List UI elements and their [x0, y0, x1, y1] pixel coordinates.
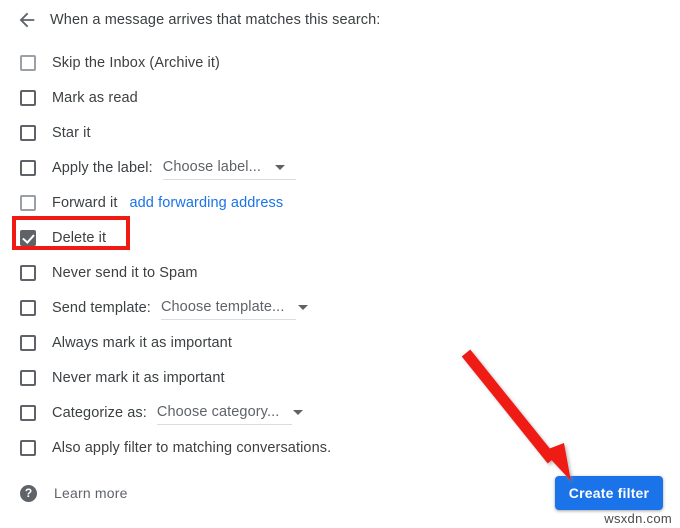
label-select[interactable]: Choose label...: [162, 156, 296, 180]
checkbox-apply-label[interactable]: [20, 160, 36, 176]
option-row-never-important[interactable]: Never mark it as important: [0, 361, 680, 395]
checkbox-mark-as-read[interactable]: [20, 90, 36, 106]
option-label-apply-label: Apply the label:: [52, 160, 153, 176]
option-label-delete-it: Delete it: [52, 230, 107, 246]
arrow-left-icon[interactable]: [10, 3, 44, 37]
checkbox-never-important[interactable]: [20, 370, 36, 386]
option-label-mark-as-read: Mark as read: [52, 90, 138, 106]
checkbox-skip-inbox[interactable]: [20, 55, 36, 71]
option-label-always-important: Always mark it as important: [52, 335, 232, 351]
checkbox-never-spam[interactable]: [20, 265, 36, 281]
option-row-never-spam[interactable]: Never send it to Spam: [0, 256, 680, 290]
learn-more-row[interactable]: ? Learn more: [0, 478, 128, 508]
option-row-mark-as-read[interactable]: Mark as read: [0, 81, 680, 115]
chevron-down-icon: [274, 164, 285, 170]
label-select-value: Choose label...: [162, 159, 261, 175]
option-label-send-template: Send template:: [52, 300, 151, 316]
add-forwarding-address-link[interactable]: add forwarding address: [129, 195, 283, 211]
option-row-forward-it[interactable]: Forward it add forwarding address: [0, 186, 680, 220]
option-label-apply-to-existing: Also apply filter to matching conversati…: [52, 440, 332, 456]
option-row-apply-to-existing[interactable]: Also apply filter to matching conversati…: [0, 431, 680, 465]
template-select-value: Choose template...: [160, 299, 285, 315]
checkbox-delete-it[interactable]: [20, 230, 36, 246]
question-mark-icon[interactable]: ?: [20, 484, 37, 502]
option-row-apply-label[interactable]: Apply the label: Choose label...: [0, 151, 680, 185]
chevron-down-icon: [298, 304, 309, 310]
option-row-send-template[interactable]: Send template: Choose template...: [0, 291, 680, 325]
checkbox-star-it[interactable]: [20, 125, 36, 141]
option-row-always-important[interactable]: Always mark it as important: [0, 326, 680, 360]
option-label-star-it: Star it: [52, 125, 91, 141]
checkbox-forward-it[interactable]: [20, 195, 36, 211]
template-select[interactable]: Choose template...: [160, 296, 309, 320]
option-label-never-spam: Never send it to Spam: [52, 265, 198, 281]
create-filter-button[interactable]: Create filter: [555, 476, 663, 510]
option-label-categorize-as: Categorize as:: [52, 405, 147, 421]
option-row-delete-it[interactable]: Delete it: [0, 221, 680, 255]
category-select[interactable]: Choose category...: [156, 401, 304, 425]
category-select-value: Choose category...: [156, 404, 280, 420]
page-title: When a message arrives that matches this…: [50, 12, 381, 28]
option-label-skip-inbox: Skip the Inbox (Archive it): [52, 55, 220, 71]
checkbox-always-important[interactable]: [20, 335, 36, 351]
checkbox-send-template[interactable]: [20, 300, 36, 316]
option-row-skip-inbox[interactable]: Skip the Inbox (Archive it): [0, 46, 680, 80]
option-row-star-it[interactable]: Star it: [0, 116, 680, 150]
checkbox-apply-to-existing[interactable]: [20, 440, 36, 456]
filter-actions-header: When a message arrives that matches this…: [0, 0, 680, 40]
option-label-never-important: Never mark it as important: [52, 370, 225, 386]
learn-more-link[interactable]: Learn more: [54, 485, 128, 501]
option-label-forward-it: Forward it: [52, 195, 118, 211]
checkbox-categorize-as[interactable]: [20, 405, 36, 421]
chevron-down-icon: [293, 409, 304, 415]
watermark: wsxdn.com: [604, 511, 672, 526]
option-row-categorize-as[interactable]: Categorize as: Choose category...: [0, 396, 680, 430]
